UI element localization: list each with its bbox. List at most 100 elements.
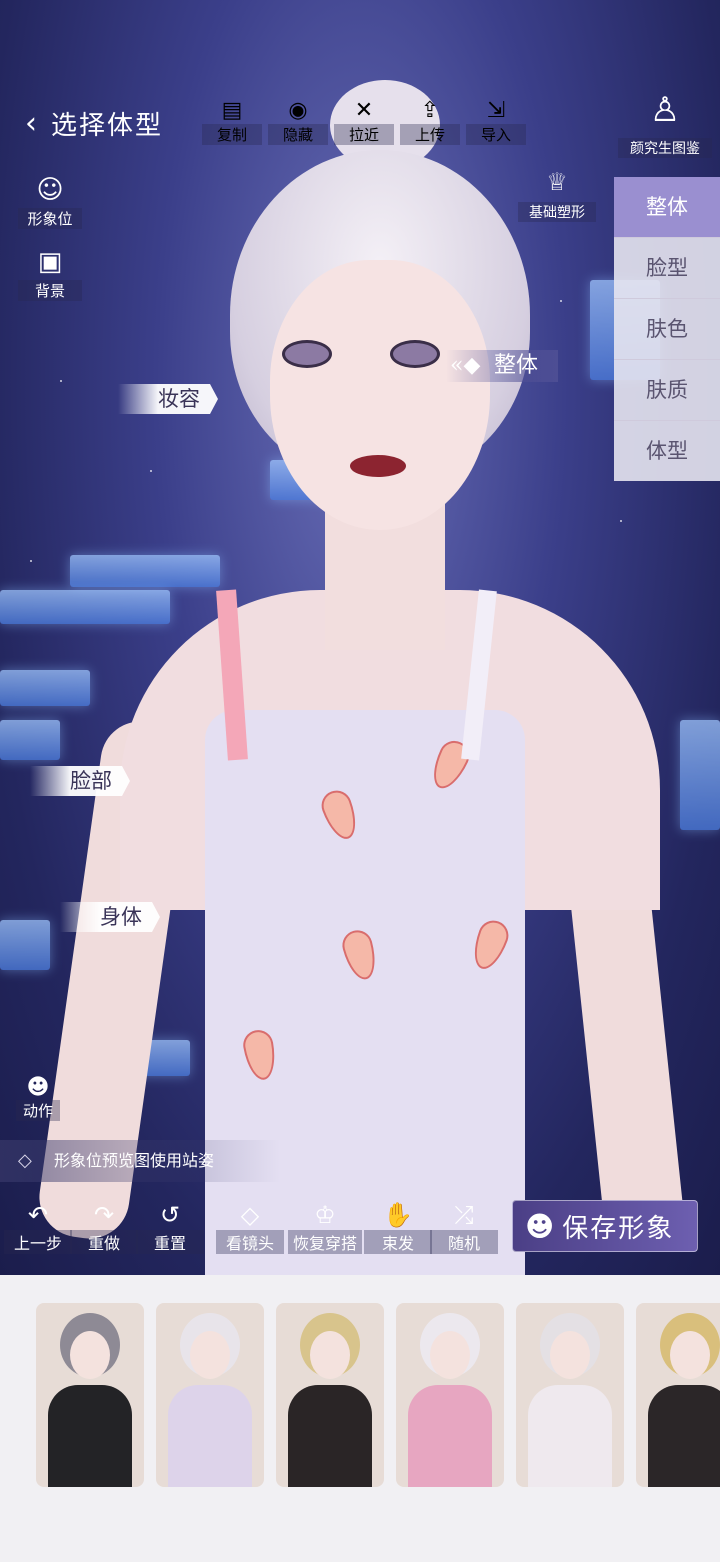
face-tag[interactable]: 脸部	[30, 766, 130, 796]
pose-icon: ☻	[26, 1075, 50, 1100]
action-label: 动作	[16, 1100, 60, 1121]
save-look-label: 保存形象	[562, 1213, 675, 1244]
action-button[interactable]: ☻ 动作	[16, 1075, 60, 1121]
view-lens-button[interactable]: ◇ 看镜头	[216, 1200, 284, 1254]
tie-hair-label: 束发	[364, 1230, 432, 1254]
restore-outfit-button[interactable]: ♔ 恢复穿搭	[288, 1200, 362, 1254]
tie-hair-icon: ✋	[383, 1201, 413, 1229]
tab-skin-texture[interactable]: 肤质	[614, 360, 720, 421]
category-tabs: 整体 脸型 肤色 肤质 体型	[614, 177, 720, 481]
sparkle	[30, 560, 32, 562]
thumb-outfit	[408, 1385, 492, 1487]
redo-label: 重做	[70, 1230, 138, 1254]
hide-button[interactable]: ◉ 隐藏	[268, 98, 328, 145]
dress-pattern	[339, 926, 381, 984]
portrait-slot-label: 形象位	[18, 208, 82, 229]
crystal-platform	[0, 670, 90, 706]
copy-icon: ▤	[221, 98, 243, 123]
background-button[interactable]: ▣ 背景	[18, 244, 82, 301]
portrait-slot-button[interactable]: ☺ 形象位	[18, 172, 82, 229]
tab-face-shape[interactable]: 脸型	[614, 238, 720, 299]
avatar-dress	[205, 710, 525, 1275]
double-chevron-left-icon: «◆	[450, 353, 481, 378]
research-catalog-button[interactable]: ♙ 颜究生图鉴	[618, 90, 712, 158]
whole-tag-label: 整体	[494, 353, 539, 378]
preset-thumbnail[interactable]	[36, 1303, 144, 1487]
avatar-eye-right	[390, 340, 440, 368]
back-button[interactable]: ‹ 选择体型	[25, 105, 163, 142]
avatar-face	[270, 260, 490, 530]
reset-label: 重置	[136, 1230, 204, 1254]
portrait-slot-icon: ☺	[36, 175, 64, 205]
undo-button[interactable]: ↶ 上一步	[4, 1200, 72, 1254]
preset-thumbnail[interactable]	[156, 1303, 264, 1487]
tab-body-shape[interactable]: 体型	[614, 421, 720, 481]
chevron-left-icon: ‹	[25, 105, 37, 141]
dress-pattern	[467, 916, 513, 974]
avatar-eye-left	[282, 340, 332, 368]
upload-label: 上传	[400, 124, 460, 145]
tab-skin-color[interactable]: 肤色	[614, 299, 720, 360]
mirror-icon: ♕	[546, 168, 568, 196]
tab-whole[interactable]: 整体	[614, 177, 720, 238]
avatar-lips	[350, 455, 406, 477]
restore-outfit-icon: ♔	[314, 1201, 336, 1229]
save-look-button[interactable]: ☻ 保存形象	[512, 1200, 698, 1252]
background-image-icon: ▣	[37, 247, 63, 277]
undo-label: 上一步	[4, 1230, 72, 1254]
basic-shape-label: 基础塑形	[518, 202, 596, 222]
avatar-character[interactable]	[34, 80, 687, 1275]
page-title: 选择体型	[51, 111, 164, 141]
basic-shape-button[interactable]: ♕ 基础塑形	[518, 168, 596, 222]
stance-text: 形象位预览图使用站姿	[54, 1151, 215, 1170]
stance-toggle[interactable]: ◇ 形象位预览图使用站姿	[0, 1140, 280, 1182]
undo-icon: ↶	[27, 1201, 49, 1229]
thumb-face	[190, 1331, 230, 1379]
preset-thumbnail[interactable]	[276, 1303, 384, 1487]
sparkle	[60, 380, 62, 382]
dress-pattern	[317, 786, 363, 844]
body-tag[interactable]: 身体	[60, 902, 160, 932]
view-lens-icon: ◇	[240, 1201, 260, 1229]
thumb-face	[670, 1331, 710, 1379]
redo-button[interactable]: ↷ 重做	[70, 1200, 138, 1254]
import-label: 导入	[466, 124, 526, 145]
reset-icon: ↺	[159, 1201, 181, 1229]
thumb-outfit	[648, 1385, 720, 1487]
view-lens-label: 看镜头	[216, 1230, 284, 1254]
zoom-in-label: 拉近	[334, 124, 394, 145]
crystal-platform	[680, 720, 720, 830]
copy-label: 复制	[202, 124, 262, 145]
thumb-outfit	[168, 1385, 252, 1487]
reset-button[interactable]: ↺ 重置	[136, 1200, 204, 1254]
preset-thumbnail[interactable]	[636, 1303, 720, 1487]
preset-thumbnail[interactable]	[396, 1303, 504, 1487]
background-label: 背景	[18, 280, 82, 301]
crystal-platform	[0, 920, 50, 970]
avatar-scene: ‹ 选择体型 ▤ 复制 ◉ 隐藏 ✕ 拉近 ⇪ 上传 ⇲ 导入 ♙ 颜究生图鉴 …	[0, 0, 720, 1275]
thumb-outfit	[528, 1385, 612, 1487]
zoom-in-button[interactable]: ✕ 拉近	[334, 98, 394, 145]
whole-tag[interactable]: «◆ 整体	[446, 350, 559, 382]
thumb-outfit	[288, 1385, 372, 1487]
hide-eye-icon: ◉	[288, 98, 308, 123]
upload-button[interactable]: ⇪ 上传	[400, 98, 460, 145]
preset-thumbnail[interactable]	[516, 1303, 624, 1487]
upload-icon: ⇪	[420, 98, 440, 123]
profile-head-icon: ♙	[649, 90, 681, 130]
thumb-outfit	[48, 1385, 132, 1487]
restore-outfit-label: 恢复穿搭	[288, 1230, 362, 1254]
hide-label: 隐藏	[268, 124, 328, 145]
tie-hair-button[interactable]: ✋ 束发	[364, 1200, 432, 1254]
makeup-tag[interactable]: 妆容	[118, 384, 218, 414]
dress-pattern	[240, 1027, 280, 1083]
random-label: 随机	[430, 1230, 498, 1254]
thumb-face	[430, 1331, 470, 1379]
crystal-platform	[0, 720, 60, 760]
copy-button[interactable]: ▤ 复制	[202, 98, 262, 145]
thumb-face	[310, 1331, 350, 1379]
preset-strip	[0, 1275, 720, 1562]
import-icon: ⇲	[486, 98, 506, 123]
import-button[interactable]: ⇲ 导入	[466, 98, 526, 145]
random-button[interactable]: ⤮ 随机	[430, 1200, 498, 1254]
